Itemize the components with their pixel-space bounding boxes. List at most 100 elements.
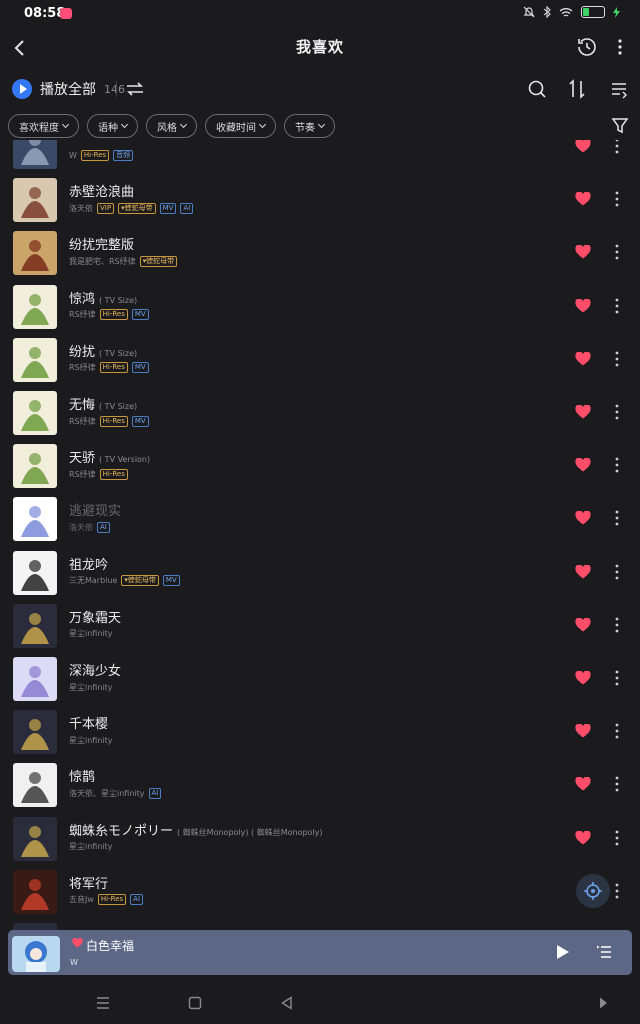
song-row[interactable]: 逃避现实 洛天依 AI <box>0 494 640 547</box>
song-row[interactable]: 将军行 五音Jw Hi-Res AI <box>0 867 640 920</box>
more-icon[interactable] <box>612 774 622 794</box>
song-row[interactable]: 惊鹊 洛天依、星尘infinity AI <box>0 760 640 813</box>
more-icon[interactable] <box>612 34 628 60</box>
heart-icon[interactable] <box>575 777 591 791</box>
song-row[interactable]: 蜘蛛糸モノポリー( 蜘蛛丝Monopoly) ( 蜘蛛丝Monopoly) 星尘i… <box>0 814 640 867</box>
heart-icon[interactable] <box>575 671 591 685</box>
song-row[interactable]: 无悔( TV Size) RS纾律 Hi-Res MV <box>0 388 640 441</box>
song-meta: 五音Jw Hi-Res AI <box>69 894 144 906</box>
song-cover <box>13 550 57 595</box>
song-cover <box>13 869 57 914</box>
song-meta: RS纾律 Hi-Res MV <box>69 362 149 374</box>
song-cover <box>13 923 57 930</box>
play-all-label: 播放全部 <box>40 82 96 98</box>
song-cover <box>13 444 57 489</box>
filter-chip-label: 收藏时间 <box>216 122 256 134</box>
menu-icon[interactable] <box>96 996 110 1010</box>
more-icon[interactable] <box>612 349 622 369</box>
quality-badge: AI <box>180 202 194 214</box>
filter-chip-like-level[interactable]: 喜欢程度 <box>8 114 79 138</box>
charging-icon <box>613 6 620 18</box>
song-row[interactable]: 万象霜天 星尘infinity <box>0 601 640 654</box>
more-icon[interactable] <box>612 881 622 901</box>
more-icon[interactable] <box>612 562 622 582</box>
album-art-image <box>13 550 57 595</box>
back-nav-icon[interactable] <box>280 996 294 1010</box>
song-row[interactable]: 千本樱 星尘infinity <box>0 707 640 760</box>
heart-icon[interactable] <box>575 724 591 738</box>
song-subtitle: ( TV Version) <box>99 455 151 465</box>
filter-icon[interactable] <box>610 116 630 136</box>
more-icon[interactable] <box>612 402 622 422</box>
heart-icon[interactable] <box>575 458 591 472</box>
quality-badge: MV <box>131 309 149 321</box>
heart-icon[interactable] <box>72 938 83 948</box>
song-title: 纷扰( TV Size) <box>69 341 137 360</box>
heart-icon[interactable] <box>575 511 591 525</box>
song-row[interactable] <box>0 920 640 930</box>
more-icon[interactable] <box>612 615 622 635</box>
song-title-text: 祖龙吟 <box>69 557 109 573</box>
sort-icon[interactable] <box>566 78 588 100</box>
song-cover <box>13 284 57 329</box>
album-art-image <box>13 816 57 861</box>
heart-icon[interactable] <box>575 351 591 366</box>
quality-badge: AI <box>148 787 162 799</box>
more-icon[interactable] <box>612 296 622 316</box>
more-icon[interactable] <box>612 189 622 209</box>
notification-app-icon <box>60 8 72 19</box>
quality-badge: MV <box>131 362 149 374</box>
filter-chip-tempo[interactable]: 节奏 <box>284 114 335 138</box>
song-meta: 星尘infinity <box>69 734 113 746</box>
more-icon[interactable] <box>612 668 622 688</box>
shuffle-icon[interactable] <box>124 78 146 100</box>
song-row[interactable]: 深海少女 星尘infinity <box>0 654 640 707</box>
history-icon[interactable] <box>574 34 600 60</box>
more-icon[interactable] <box>612 455 622 475</box>
more-icon[interactable] <box>612 242 622 262</box>
quality-badge: ▾蝰蛇母带 <box>118 202 156 214</box>
song-row[interactable]: W Hi-Res 音频 <box>0 140 640 175</box>
locate-current-button[interactable] <box>576 874 610 908</box>
list-icon[interactable] <box>608 78 630 100</box>
more-icon[interactable] <box>612 508 622 528</box>
song-cover <box>13 231 57 276</box>
filter-chip-label: 语种 <box>98 122 118 134</box>
song-cover <box>13 603 57 648</box>
search-icon[interactable] <box>526 78 548 100</box>
queue-icon[interactable] <box>596 944 612 960</box>
song-row[interactable]: 纷扰完整版 我是肥宅、RS纾律 ▾蝰蛇母带 <box>0 228 640 281</box>
heart-icon[interactable] <box>575 405 591 419</box>
heart-icon[interactable] <box>575 192 591 206</box>
song-row[interactable]: 纷扰( TV Size) RS纾律 Hi-Res MV <box>0 335 640 388</box>
song-row[interactable]: 赤壁沧浪曲 洛天依 VIP ▾蝰蛇母带 MV AI <box>0 175 640 228</box>
filter-chip-collect-time[interactable]: 收藏时间 <box>205 114 276 138</box>
song-row[interactable]: 祖龙吟 三无Marblue ▾蝰蛇母带 MV <box>0 548 640 601</box>
heart-icon[interactable] <box>575 830 591 845</box>
album-art-image <box>13 763 57 808</box>
album-art-image <box>12 936 60 972</box>
more-icon[interactable] <box>612 140 622 156</box>
taskbar-toggle-icon[interactable] <box>596 996 610 1010</box>
song-title-text: 纷扰 <box>69 344 96 360</box>
home-icon[interactable] <box>188 996 202 1010</box>
filter-chip-language[interactable]: 语种 <box>87 114 138 138</box>
chevron-down-icon <box>317 120 326 129</box>
heart-icon[interactable] <box>575 298 591 313</box>
play-icon[interactable] <box>556 944 570 960</box>
filter-chip-style[interactable]: 风格 <box>146 114 197 138</box>
heart-icon[interactable] <box>575 564 591 579</box>
bluetooth-icon <box>543 6 551 18</box>
heart-icon[interactable] <box>575 245 591 259</box>
song-row[interactable]: 惊鸿( TV Size) RS纾律 Hi-Res MV <box>0 282 640 335</box>
song-title-text: 千本樱 <box>69 717 109 733</box>
song-row[interactable]: 天骄( TV Version) RS纾律 Hi-Res <box>0 441 640 494</box>
album-art-image <box>13 603 57 648</box>
more-icon[interactable] <box>612 721 622 741</box>
song-artist: RS纾律 <box>69 416 96 426</box>
play-all-button[interactable]: 播放全部 146 <box>12 78 125 100</box>
heart-icon[interactable] <box>575 617 591 632</box>
more-icon[interactable] <box>612 828 622 848</box>
heart-icon[interactable] <box>575 140 591 153</box>
mini-player-cover[interactable] <box>12 936 60 972</box>
